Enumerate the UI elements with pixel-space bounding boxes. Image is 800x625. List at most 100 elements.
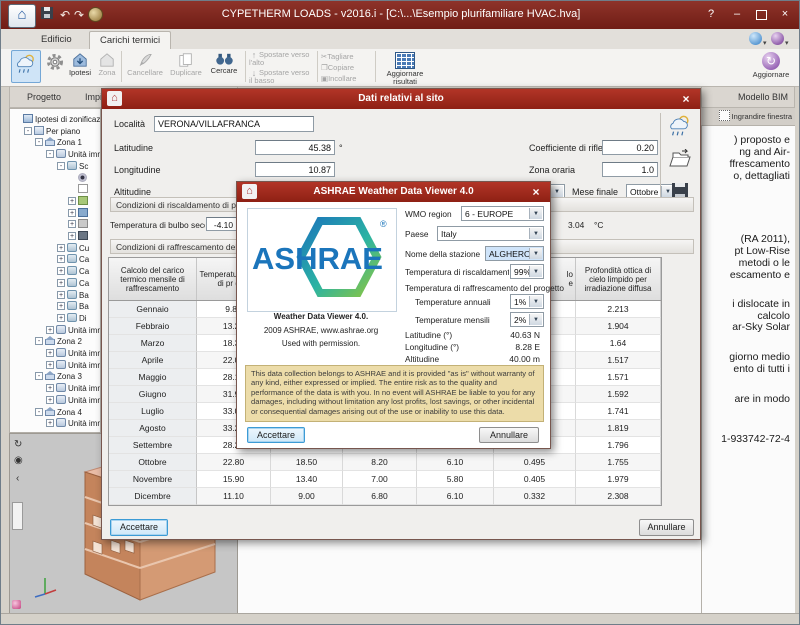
tree-item[interactable]: -Zona 3 <box>35 371 101 382</box>
tree-item[interactable]: -Per piano <box>24 126 101 137</box>
collapse-icon[interactable]: - <box>24 127 32 135</box>
tree-item[interactable]: +Unità immobiliare <box>46 348 101 359</box>
expand-icon[interactable]: + <box>68 232 76 240</box>
import-weather-button[interactable] <box>668 114 692 145</box>
tree-item[interactable]: + <box>68 231 101 242</box>
collapse-icon[interactable]: - <box>35 408 43 416</box>
stamp-button[interactable] <box>87 7 103 23</box>
cercare-button[interactable]: Cercare <box>207 50 241 84</box>
duplicare-button[interactable]: Duplicare <box>167 50 205 84</box>
ashrae-accettare-button[interactable]: Accettare <box>247 427 305 443</box>
tree-item[interactable]: +Ba <box>57 301 101 312</box>
tree-item[interactable]: -Unità immobiliare <box>46 149 101 160</box>
collapse-icon[interactable]: ‹ <box>16 474 19 484</box>
site-annullare-button[interactable]: Annullare <box>639 519 694 536</box>
table-row[interactable]: Ottobre22.8018.508.206.100.4951.755 <box>109 454 661 471</box>
ipotesi-button[interactable]: Ipotesi <box>67 50 93 84</box>
tree-item[interactable]: +Unità immobiliare <box>46 383 101 394</box>
tree-item[interactable]: -Zona 2 <box>35 336 101 347</box>
riflessione-input[interactable]: 0.20 <box>602 140 658 155</box>
globe-blue-button[interactable]: ▾ <box>749 32 767 50</box>
zona-button[interactable]: Zona <box>95 50 119 84</box>
collapse-icon[interactable]: - <box>57 162 65 170</box>
tree-item[interactable]: + <box>68 196 101 207</box>
open-file-button[interactable] <box>668 149 692 174</box>
table-row[interactable]: Dicembre11.109.006.806.100.3322.308 <box>109 488 661 505</box>
maximize-button[interactable] <box>751 6 771 22</box>
document-panel[interactable]: ) proposto eng and Air-ffrescamentoo, de… <box>701 126 795 613</box>
settings-button[interactable] <box>43 50 67 84</box>
tree-item[interactable]: + <box>68 219 101 230</box>
copiare-button[interactable]: ❐Copiare <box>321 62 371 73</box>
spostare-alto-button[interactable]: ↑Spostare verso l'alto <box>249 51 313 67</box>
site-accettare-button[interactable]: Accettare <box>110 519 168 536</box>
localita-input[interactable]: VERONA/VILLAFRANCA <box>154 116 314 132</box>
close-button[interactable]: × <box>775 6 795 22</box>
expand-icon[interactable]: + <box>57 302 65 310</box>
bulbo-secco-input[interactable]: -4.10 <box>206 217 237 231</box>
spostare-basso-button[interactable]: ↓Spostare verso il basso <box>249 69 313 85</box>
app-icon[interactable]: ⌂ <box>8 4 36 28</box>
tab-progetto[interactable]: Progetto <box>19 90 69 105</box>
tree-item[interactable]: +Di <box>57 313 101 324</box>
longitudine-input[interactable]: 10.87 <box>255 162 335 177</box>
tree-item[interactable]: +Cu <box>57 243 101 254</box>
tree-item[interactable]: +Ca <box>57 254 101 265</box>
expand-icon[interactable]: + <box>57 244 65 252</box>
expand-icon[interactable]: + <box>57 314 65 322</box>
tree-item[interactable]: +Ca <box>57 278 101 289</box>
cancellare-button[interactable]: Cancellare <box>125 50 165 84</box>
annuali-select[interactable]: 1% <box>510 294 544 309</box>
tree-item[interactable]: -Zona 4 <box>35 407 101 418</box>
expand-icon[interactable]: + <box>46 419 54 427</box>
close-icon[interactable]: × <box>528 182 544 202</box>
tree-item[interactable]: + <box>68 208 101 219</box>
zona-oraria-input[interactable]: 1.0 <box>602 162 658 177</box>
paese-select[interactable]: Italy <box>437 226 544 241</box>
expand-icon[interactable]: + <box>68 197 76 205</box>
latitudine-input[interactable]: 45.38 <box>255 140 335 155</box>
expand-icon[interactable]: + <box>57 267 65 275</box>
aggiornare-button[interactable]: ↻ Aggiornare <box>747 50 795 84</box>
tree-item[interactable]: +Unità immobiliare <box>46 395 101 406</box>
expand-icon[interactable]: + <box>57 279 65 287</box>
ashrae-annullare-button[interactable]: Annullare <box>479 427 539 443</box>
site-dialog-titlebar[interactable]: ⌂ Dati relativi al sito × <box>102 89 700 109</box>
collapse-icon[interactable]: - <box>46 150 54 158</box>
minimize-button[interactable]: – <box>727 6 747 22</box>
collapse-icon[interactable]: - <box>35 337 43 345</box>
expand-icon[interactable]: + <box>68 209 76 217</box>
eye-icon[interactable]: ◉ <box>14 456 23 466</box>
help-button[interactable]: ? <box>701 6 721 22</box>
expand-icon[interactable]: + <box>57 291 65 299</box>
tree-item[interactable]: +Ba <box>57 290 101 301</box>
ingrandire-finestra-button[interactable]: Ingrandire finestra <box>701 108 795 126</box>
tree-item[interactable] <box>68 173 101 184</box>
expand-icon[interactable]: + <box>46 384 54 392</box>
close-icon[interactable]: × <box>678 89 694 109</box>
tree-item[interactable]: +Unità immobiliare <box>46 325 101 336</box>
orbit-icon[interactable]: ↻ <box>14 440 22 450</box>
tree-item[interactable]: -Zona 1 <box>35 137 101 148</box>
tagliare-button[interactable]: ✂Tagliare <box>321 51 371 62</box>
aggiornare-risultati-button[interactable]: Aggiornare risultati <box>379 50 431 84</box>
expand-icon[interactable]: + <box>46 396 54 404</box>
expand-icon[interactable]: + <box>46 361 54 369</box>
collapse-icon[interactable]: - <box>35 138 43 146</box>
tree-item[interactable]: +Ca <box>57 266 101 277</box>
riscaldamento-select[interactable]: 99% <box>510 264 544 279</box>
tree-item[interactable]: +Unità immobiliare <box>46 418 101 429</box>
mensili-select[interactable]: 2% <box>510 312 544 327</box>
tree-item[interactable] <box>68 184 101 195</box>
tab-edificio[interactable]: Edificio <box>31 31 82 49</box>
modello-bim-header[interactable]: Modello BIM <box>701 86 795 108</box>
collapse-icon[interactable]: - <box>35 372 43 380</box>
incollare-button[interactable]: ▣Incollare <box>321 73 371 84</box>
tree-item[interactable]: -Sc <box>57 161 101 172</box>
save-button[interactable] <box>39 7 55 23</box>
wmo-select[interactable]: 6 - EUROPE <box>461 206 544 221</box>
weather-data-button[interactable] <box>11 50 41 83</box>
expand-icon[interactable]: + <box>57 255 65 263</box>
redo-button[interactable]: ↷ <box>71 7 87 23</box>
table-row[interactable]: Novembre15.9013.407.005.800.4051.979 <box>109 471 661 488</box>
